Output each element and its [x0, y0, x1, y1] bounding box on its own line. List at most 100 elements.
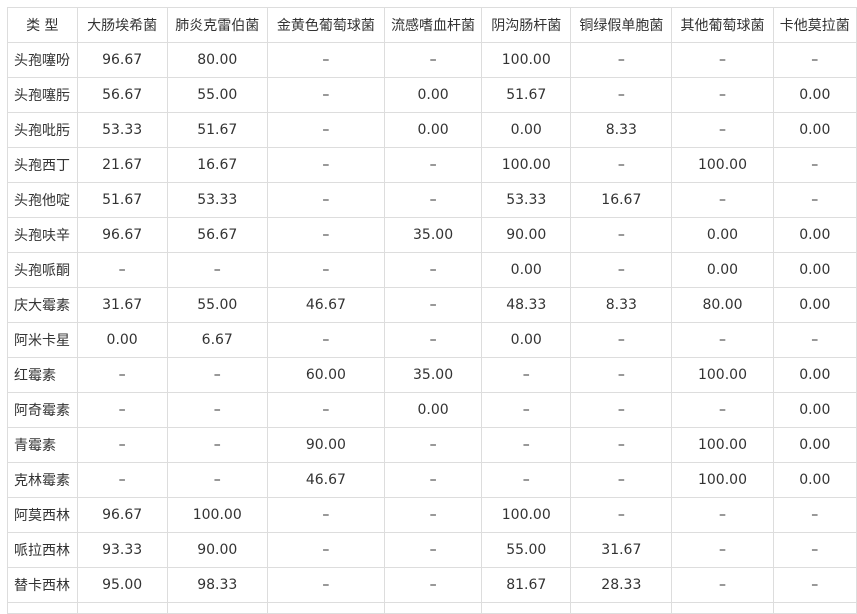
table-row: 头孢噻肟 56.67 55.00–0.00 51.67– –0.00	[7, 77, 857, 113]
table-cell: 98.33	[166, 567, 268, 603]
table-row: 头孢哌酮 – – – –0.00–0.00 0.00	[7, 252, 857, 288]
table-cell: 100.00	[671, 147, 774, 183]
table-cell: –	[772, 322, 857, 358]
table-cell: –	[570, 497, 673, 533]
table-cell: –	[266, 112, 385, 148]
table-cell	[166, 602, 268, 614]
table-cell: –	[266, 392, 385, 428]
row-label: 头孢哌酮	[7, 252, 78, 288]
row-label: 头孢呋辛	[7, 217, 78, 253]
row-label: 头孢噻肟	[7, 77, 78, 113]
table-cell: –	[481, 462, 572, 498]
table-cell: 0.00	[772, 392, 857, 428]
column-header: 流感嗜血杆菌	[383, 7, 483, 43]
table-cell: –	[481, 357, 572, 393]
table-cell: 96.67	[76, 42, 168, 78]
table-row: 头孢呋辛 96.67 56.67–35.00 90.00–0.00 0.00	[7, 217, 857, 253]
table-cell: 0.00	[383, 112, 483, 148]
table-cell: –	[166, 252, 268, 288]
table-cell: 90.00	[166, 532, 268, 568]
table-cell: 60.00	[266, 357, 385, 393]
table-cell: –	[570, 322, 673, 358]
row-label: 阿莫西林	[7, 497, 78, 533]
table-cell	[383, 602, 483, 614]
table-cell: 35.00	[383, 217, 483, 253]
table-cell: –	[383, 42, 483, 78]
table-cell: 0.00	[772, 252, 857, 288]
table-cell: –	[266, 532, 385, 568]
table-cell: –	[266, 77, 385, 113]
table-cell: –	[166, 427, 268, 463]
row-label: 阿米卡星	[7, 322, 78, 358]
table-cell: –	[76, 252, 168, 288]
table-cell: –	[671, 567, 774, 603]
table-cell: 96.67	[76, 217, 168, 253]
row-label: 头孢吡肟	[7, 112, 78, 148]
table-cell	[570, 602, 673, 614]
table-cell: –	[383, 427, 483, 463]
table-cell: –	[570, 427, 673, 463]
table-cell: 56.67	[166, 217, 268, 253]
table-cell: –	[383, 567, 483, 603]
table-row: 哌拉西林 93.33 90.00– –55.00 31.67– –	[7, 532, 857, 568]
table-cell: 53.33	[166, 182, 268, 218]
table-cell: 16.67	[166, 147, 268, 183]
table-cell: –	[772, 182, 857, 218]
table-cell: 100.00	[481, 42, 572, 78]
table-cell: –	[570, 252, 673, 288]
table-cell: –	[383, 322, 483, 358]
table-cell	[772, 602, 857, 614]
table-cell: –	[383, 252, 483, 288]
resistance-table: 类 型大肠埃希菌 肺炎克雷伯菌 金黄色葡萄球菌 流感嗜血杆菌 阴沟肠杆菌 铜绿假单胞菌 其他…	[7, 7, 857, 614]
table-cell: 31.67	[570, 532, 673, 568]
table-cell: 95.00	[76, 567, 168, 603]
table-cell: –	[671, 532, 774, 568]
table-cell	[76, 602, 168, 614]
row-label: 头孢他啶	[7, 182, 78, 218]
table-cell: –	[671, 322, 774, 358]
table-cell: –	[266, 182, 385, 218]
row-label: 哌拉西林	[7, 532, 78, 568]
table-cell: 53.33	[76, 112, 168, 148]
table-cell: 100.00	[671, 427, 774, 463]
table-cell: 51.67	[481, 77, 572, 113]
table-cell: –	[266, 567, 385, 603]
table-cell: –	[671, 77, 774, 113]
table-cell: 53.33	[481, 182, 572, 218]
table-cell: 0.00	[671, 252, 774, 288]
row-label: 红霉素	[7, 357, 78, 393]
table-cell: 0.00	[772, 77, 857, 113]
table-cell	[671, 602, 774, 614]
table-cell: 100.00	[166, 497, 268, 533]
table-cell: –	[772, 497, 857, 533]
table-cell: 80.00	[166, 42, 268, 78]
table-cell: –	[383, 532, 483, 568]
table-cell: 100.00	[671, 357, 774, 393]
table-row: 头孢他啶 51.67 53.33– –53.33 16.67– –	[7, 182, 857, 218]
table-cell: –	[76, 462, 168, 498]
table-cell: –	[671, 497, 774, 533]
table-cell: 0.00	[481, 322, 572, 358]
table-cell: 51.67	[76, 182, 168, 218]
table-cell: –	[383, 497, 483, 533]
table-row: 阿莫西林 96.67 100.00– –100.00– – –	[7, 497, 857, 533]
table-cell: 0.00	[772, 462, 857, 498]
table-cell: –	[266, 322, 385, 358]
table-cell: –	[772, 147, 857, 183]
table-cell: –	[570, 147, 673, 183]
table-row: 头孢吡肟 53.33 51.67–0.00 0.00 8.33–0.00	[7, 112, 857, 148]
table-cell	[266, 602, 385, 614]
table-cell: 0.00	[383, 392, 483, 428]
table-cell: –	[772, 532, 857, 568]
table-row: 红霉素 – –60.00 35.00– –100.00 0.00	[7, 357, 857, 393]
table-cell: –	[76, 392, 168, 428]
table-cell: –	[383, 287, 483, 323]
table-row: 头孢噻吩 96.67 80.00– –100.00– – –	[7, 42, 857, 78]
table-row: 替卡西林 95.00 98.33– –81.67 28.33– –	[7, 567, 857, 603]
table-cell: 0.00	[481, 252, 572, 288]
table-cell: 6.67	[166, 322, 268, 358]
table-cell: –	[481, 427, 572, 463]
table-header-row: 类 型大肠埃希菌 肺炎克雷伯菌 金黄色葡萄球菌 流感嗜血杆菌 阴沟肠杆菌 铜绿假单胞菌 其他…	[7, 7, 857, 43]
row-label: 克林霉素	[7, 462, 78, 498]
table-cell: 81.67	[481, 567, 572, 603]
